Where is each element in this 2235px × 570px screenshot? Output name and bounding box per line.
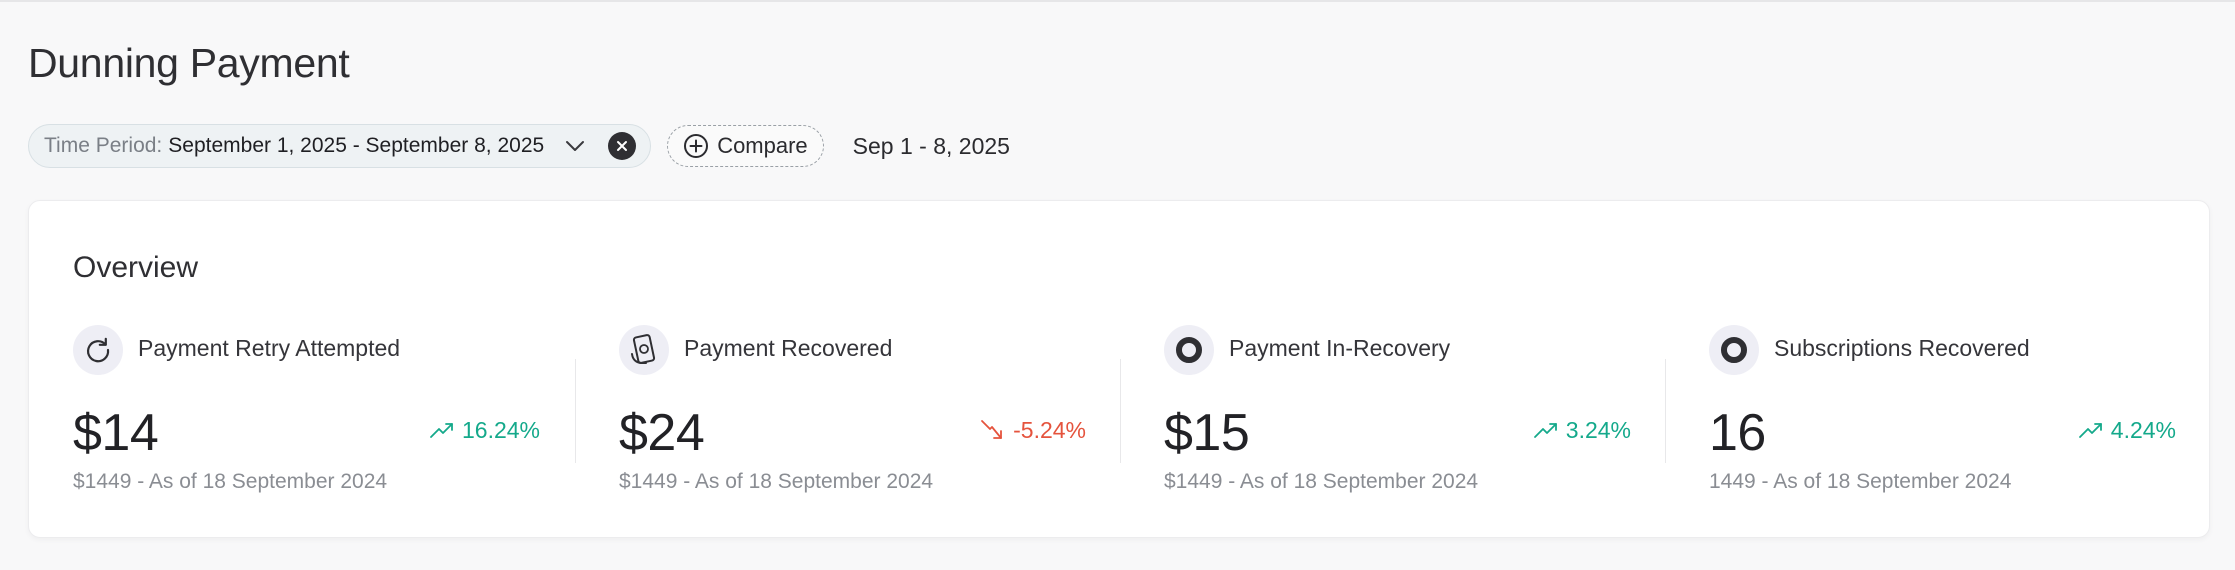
- metric-value: 16: [1709, 404, 1766, 462]
- trend-change: 16.24%: [428, 416, 540, 444]
- metric-subtext: $1449 - As of 18 September 2024: [619, 470, 934, 493]
- payment-recovered-icon: [619, 325, 669, 375]
- trend-down-icon: [979, 416, 1007, 444]
- time-period-value: September 1, 2025 - September 8, 2025: [168, 134, 545, 157]
- trend-percent: 3.24%: [1565, 416, 1631, 443]
- time-period-filter[interactable]: Time Period: September 1, 2025 - Septemb…: [28, 124, 652, 168]
- trend-percent: -5.24%: [1013, 416, 1086, 443]
- ring-icon: [1164, 325, 1214, 375]
- metric-label: Payment Retry Attempted: [138, 335, 401, 361]
- ring-icon: [1709, 325, 1759, 375]
- trend-change: 3.24%: [1532, 416, 1631, 444]
- overview-title: Overview: [73, 251, 199, 284]
- metric-value: $14: [73, 404, 159, 462]
- date-range-summary: Sep 1 - 8, 2025: [852, 132, 1010, 159]
- metric-subtext: $1449 - As of 18 September 2024: [1164, 470, 1479, 493]
- trend-change: 4.24%: [2077, 416, 2176, 444]
- metric-payment-retry-attempted: Payment Retry Attempted $14 16.24% $1449…: [73, 325, 540, 505]
- trend-change: -5.24%: [979, 416, 1086, 444]
- metric-payment-in-recovery: Payment In-Recovery $15 3.24% $1449 - As…: [1164, 325, 1631, 505]
- trend-up-icon: [428, 416, 456, 444]
- trend-percent: 4.24%: [2110, 416, 2176, 443]
- filter-bar: Time Period: September 1, 2025 - Septemb…: [28, 124, 1010, 168]
- metric-value: $15: [1164, 404, 1250, 462]
- metric-label: Payment Recovered: [684, 335, 893, 361]
- time-period-label: Time Period:: [44, 134, 163, 157]
- metric-divider: [1665, 359, 1666, 463]
- metric-value: $24: [619, 404, 705, 462]
- chevron-down-icon[interactable]: [564, 135, 586, 157]
- metric-payment-recovered: Payment Recovered $24 -5.24% $1449 - As …: [619, 325, 1086, 505]
- refresh-icon: [73, 325, 123, 375]
- trend-up-icon: [2077, 416, 2105, 444]
- metrics-row: Payment Retry Attempted $14 16.24% $1449…: [73, 325, 2197, 505]
- metric-subtext: $1449 - As of 18 September 2024: [73, 470, 388, 493]
- close-icon: [617, 141, 628, 151]
- trend-percent: 16.24%: [461, 416, 540, 443]
- metric-subscriptions-recovered: Subscriptions Recovered 16 4.24% 1449 - …: [1709, 325, 2176, 505]
- metric-divider: [1120, 359, 1121, 463]
- metric-label: Payment In-Recovery: [1229, 335, 1451, 361]
- compare-label: Compare: [717, 133, 808, 158]
- page-title: Dunning Payment: [28, 40, 350, 86]
- metric-subtext: 1449 - As of 18 September 2024: [1709, 470, 2012, 493]
- overview-card: Overview Payment Retry Attempted $14 16.…: [28, 200, 2210, 538]
- metric-label: Subscriptions Recovered: [1774, 335, 2030, 361]
- plus-circle-icon: [683, 133, 709, 159]
- top-border: [0, 0, 2235, 2]
- compare-button[interactable]: Compare: [667, 125, 824, 167]
- clear-period-button[interactable]: [608, 132, 637, 160]
- metric-divider: [575, 359, 576, 463]
- trend-up-icon: [1532, 416, 1560, 444]
